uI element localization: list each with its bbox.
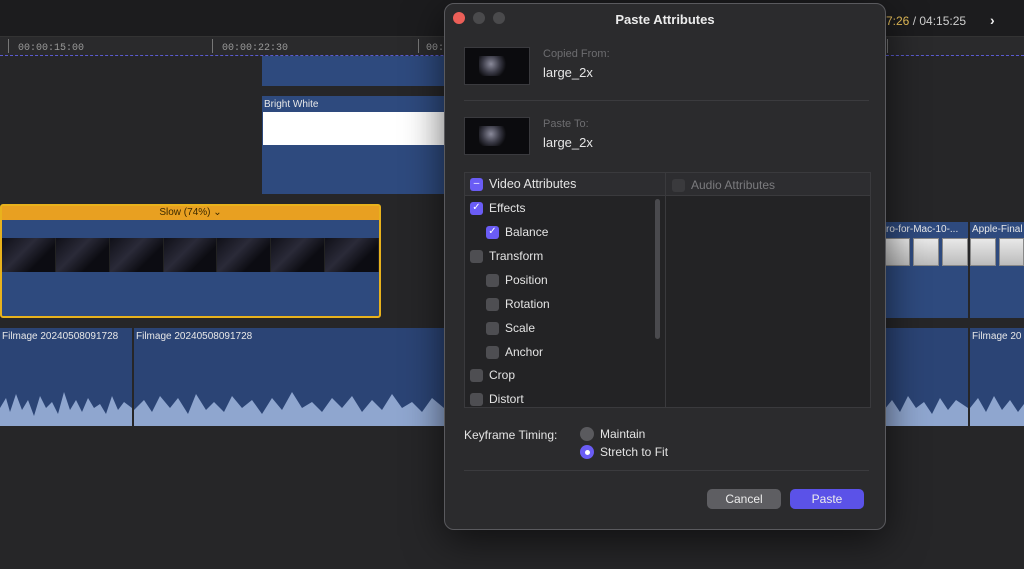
clip-filmstrip: [2, 238, 380, 272]
transform-label: Transform: [489, 249, 544, 263]
audio-clip[interactable]: Filmage 20240508091728: [0, 328, 132, 426]
rotation-label: Rotation: [505, 297, 550, 311]
audio-attributes-label: Audio Attributes: [691, 178, 776, 192]
audio-waveform: [970, 396, 1024, 426]
maintain-label: Maintain: [600, 427, 646, 441]
connected-clip[interactable]: [262, 56, 444, 86]
rotation-checkbox[interactable]: [486, 297, 499, 311]
maintain-radio[interactable]: Maintain: [580, 427, 645, 441]
transform-checkbox[interactable]: [470, 249, 483, 263]
scale-checkbox[interactable]: [486, 321, 499, 335]
retime-speed-bar[interactable]: Slow (74%) ⌄: [2, 206, 379, 220]
video-attributes-checkbox[interactable]: –: [470, 177, 483, 191]
effects-row[interactable]: ✓ Effects: [470, 199, 525, 217]
ruler-mark: [887, 39, 888, 53]
position-checkbox[interactable]: [486, 273, 499, 287]
balance-row[interactable]: ✓ Balance: [486, 223, 548, 241]
paste-attributes-dialog: Paste Attributes Copied From: large_2x P…: [444, 3, 886, 530]
copied-from-thumbnail: [464, 47, 530, 85]
generator-clip-label: Bright White: [264, 99, 319, 110]
crop-label: Crop: [489, 368, 516, 382]
balance-checkbox[interactable]: ✓: [486, 225, 499, 239]
cancel-button[interactable]: Cancel: [707, 489, 781, 509]
anchor-checkbox[interactable]: [486, 345, 499, 359]
column-divider: [665, 173, 666, 407]
anchor-label: Anchor: [505, 345, 544, 359]
paste-to-value: large_2x: [543, 135, 593, 150]
dialog-title: Paste Attributes: [615, 12, 715, 27]
scale-row[interactable]: Scale: [486, 319, 535, 337]
scale-label: Scale: [505, 321, 536, 335]
keyframe-timing-label: Keyframe Timing:: [464, 428, 558, 442]
film-frame: [55, 238, 110, 272]
position-label: Position: [505, 273, 548, 287]
audio-clip[interactable]: Filmage 20240508091728: [134, 328, 444, 426]
audio-waveform: [134, 392, 444, 426]
ruler-mark: [8, 39, 9, 53]
divider: [464, 470, 869, 471]
balance-label: Balance: [505, 225, 549, 239]
video-clip[interactable]: Apple-Final: [970, 222, 1024, 318]
clip-filmstrip: [884, 238, 968, 266]
video-clip[interactable]: ro-for-Mac-10-...: [884, 222, 968, 318]
stretch-to-fit-radio[interactable]: Stretch to Fit: [580, 445, 668, 459]
played-timecode: 7:26: [886, 14, 910, 28]
video-attributes-row[interactable]: – Video Attributes: [470, 175, 576, 193]
divider: [464, 100, 869, 101]
anchor-row[interactable]: Anchor: [486, 343, 543, 361]
stretch-to-fit-label: Stretch to Fit: [600, 445, 669, 459]
chevron-right-icon[interactable]: ›: [990, 12, 995, 28]
stretch-to-fit-radio-button[interactable]: [580, 445, 594, 459]
audio-clip-label: Filmage 20240508091728: [136, 331, 253, 342]
paste-button[interactable]: Paste: [790, 489, 864, 509]
audio-waveform: [884, 396, 968, 426]
effects-label: Effects: [489, 201, 526, 215]
copied-from-label: Copied From:: [543, 48, 610, 60]
audio-attributes-checkbox: [672, 178, 685, 192]
audio-clip-label: Filmage 20240508091728: [2, 331, 119, 342]
ruler-mark: [212, 39, 213, 53]
ruler-tick: 00:00:15:00: [18, 43, 85, 54]
film-frame: [109, 238, 164, 272]
ruler-tick: 00:: [426, 43, 445, 54]
timecode-separator: /: [909, 14, 920, 28]
position-row[interactable]: Position: [486, 271, 548, 289]
film-frame: [163, 238, 218, 272]
ruler-tick: 00:00:22:30: [222, 43, 289, 54]
selected-video-clip[interactable]: Slow (74%) ⌄: [0, 204, 381, 318]
video-clip-label: ro-for-Mac-10-...: [886, 224, 959, 235]
crop-checkbox[interactable]: [470, 368, 483, 382]
distort-checkbox[interactable]: [470, 392, 483, 406]
attributes-panel: – Video Attributes Audio Attributes ✓ Ef…: [464, 172, 871, 408]
paste-to-label: Paste To:: [543, 118, 589, 130]
video-clip-label: Apple-Final: [972, 224, 1023, 235]
audio-attributes-row: Audio Attributes: [672, 176, 775, 194]
film-frame: [217, 238, 272, 272]
distort-row[interactable]: Distort: [470, 390, 524, 408]
generator-clip[interactable]: Bright White: [262, 96, 444, 194]
audio-clip[interactable]: [884, 328, 968, 426]
total-timecode: 04:15:25: [919, 14, 967, 28]
film-frame: [271, 238, 326, 272]
transform-row[interactable]: Transform: [470, 247, 543, 265]
audio-clip[interactable]: Filmage 20: [970, 328, 1024, 426]
crop-row[interactable]: Crop: [470, 366, 515, 384]
timecode-display: 7:26 / 04:15:25: [886, 14, 966, 28]
film-frame: [2, 238, 56, 272]
video-attributes-scrollbar[interactable]: [655, 199, 660, 339]
film-frame: [325, 238, 380, 272]
paste-to-thumbnail: [464, 117, 530, 155]
audio-clip-label: Filmage 20: [972, 331, 1022, 342]
ruler-mark: [418, 39, 419, 53]
effects-checkbox[interactable]: ✓: [470, 201, 483, 215]
video-attributes-label: Video Attributes: [489, 177, 577, 191]
maintain-radio-button[interactable]: [580, 427, 594, 441]
generator-thumbnail: [263, 112, 444, 145]
copied-from-value: large_2x: [543, 65, 593, 80]
clip-filmstrip: [970, 238, 1024, 266]
audio-waveform: [0, 392, 132, 426]
rotation-row[interactable]: Rotation: [486, 295, 550, 313]
distort-label: Distort: [489, 392, 524, 406]
